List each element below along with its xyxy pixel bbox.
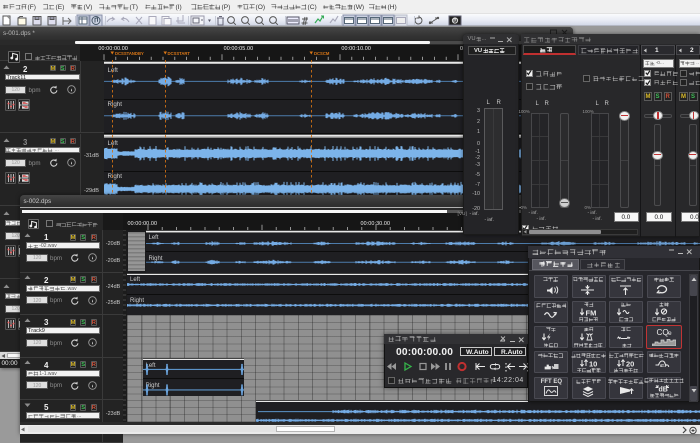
svg-text:FM: FM (585, 309, 596, 317)
svg-text:20: 20 (626, 359, 634, 367)
svg-text:EQ: EQ (660, 364, 669, 368)
svg-text:10: 10 (589, 359, 597, 367)
